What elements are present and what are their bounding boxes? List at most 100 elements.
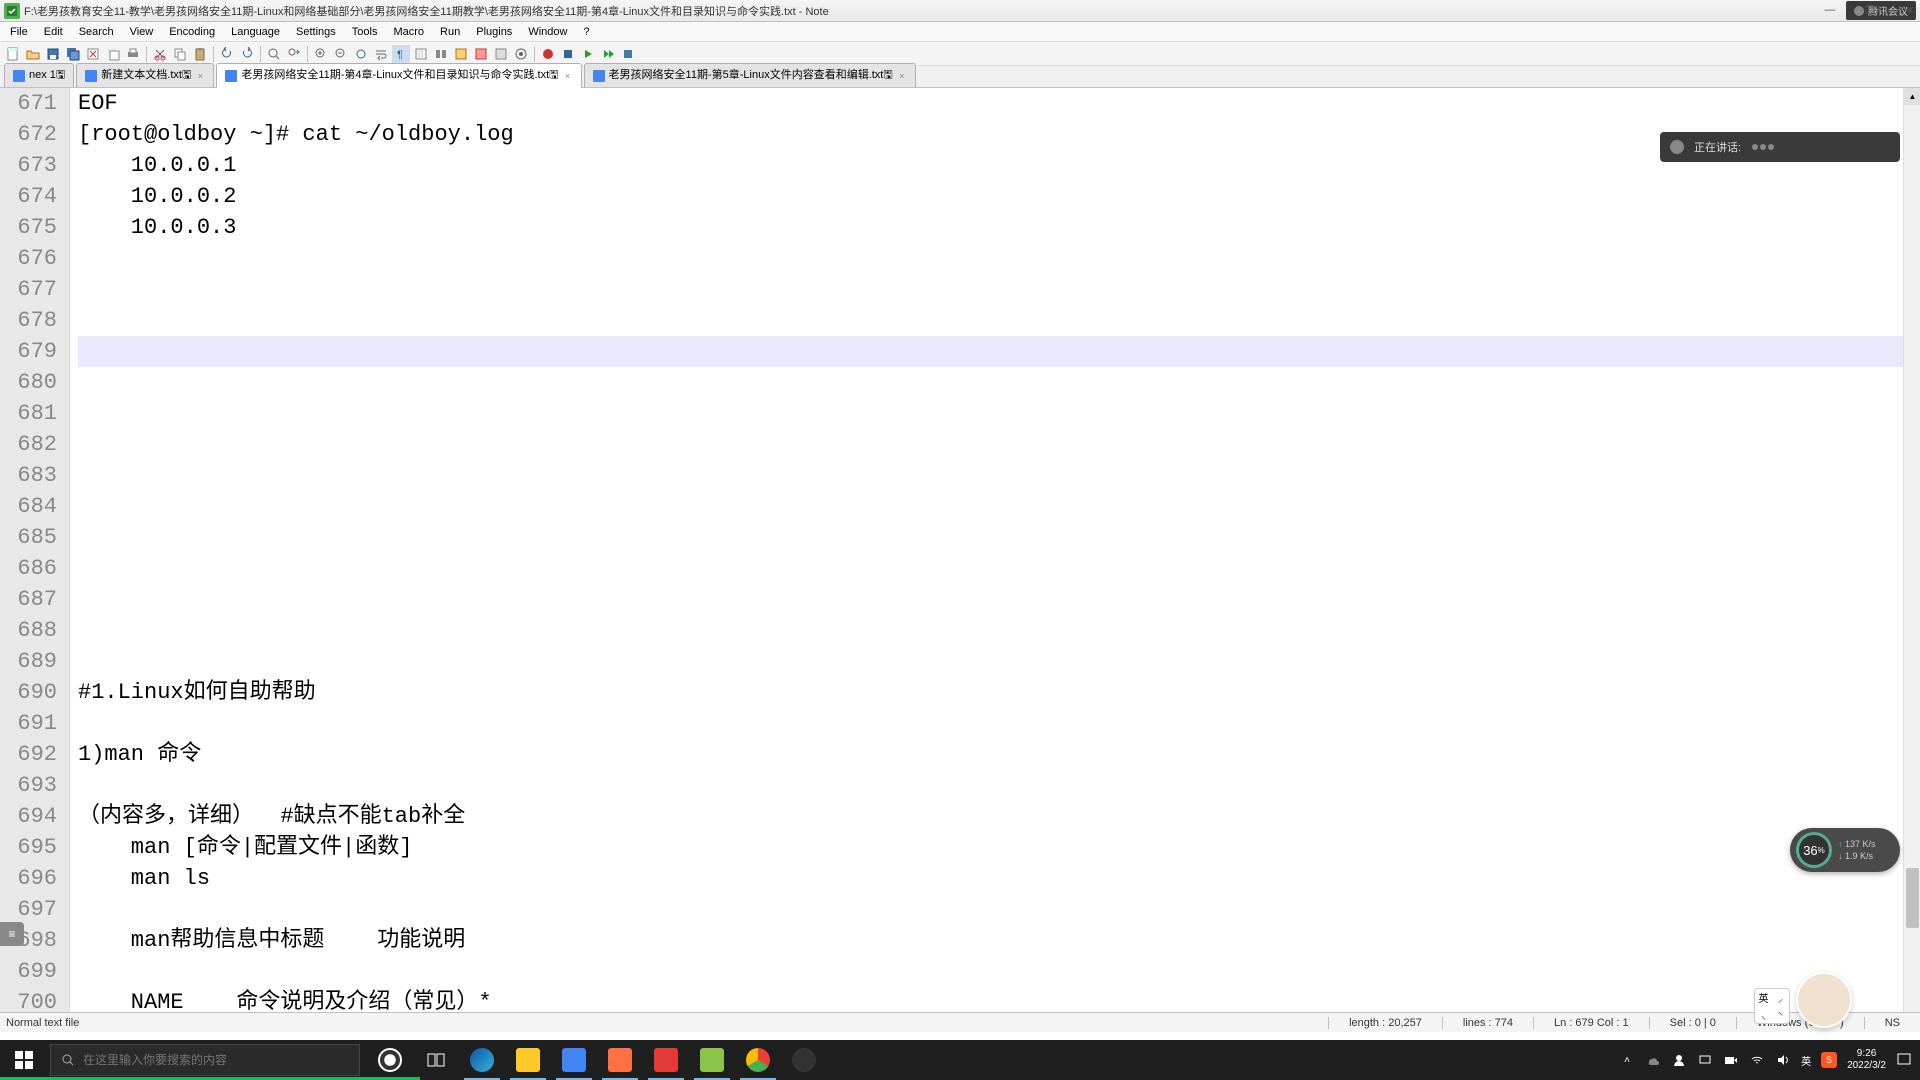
- tab-1[interactable]: 新建文本文档.txt🖫 ×: [76, 63, 214, 87]
- menu-edit[interactable]: Edit: [36, 24, 71, 40]
- menu-search[interactable]: Search: [71, 24, 122, 40]
- play-multi-icon[interactable]: [599, 45, 617, 63]
- menu-language[interactable]: Language: [223, 24, 288, 40]
- zoom-in-icon[interactable]: [312, 45, 330, 63]
- ime-indicator[interactable]: 英⸝⸜⸌: [1754, 988, 1790, 1024]
- editor-line[interactable]: [78, 553, 1920, 584]
- replace-icon[interactable]: [285, 45, 303, 63]
- editor[interactable]: 6716726736746756766776786796806816826836…: [0, 88, 1920, 1032]
- cut-icon[interactable]: [151, 45, 169, 63]
- editor-line[interactable]: [78, 770, 1920, 801]
- editor-line[interactable]: [78, 615, 1920, 646]
- editor-line[interactable]: [78, 522, 1920, 553]
- avatar[interactable]: [1796, 972, 1852, 1028]
- tray-sogou-icon[interactable]: S: [1821, 1052, 1837, 1068]
- notification-icon[interactable]: [1896, 1052, 1912, 1068]
- tab-close-icon[interactable]: ×: [195, 71, 205, 81]
- menu-encoding[interactable]: Encoding: [161, 24, 223, 40]
- editor-line[interactable]: [78, 429, 1920, 460]
- tab-close-icon[interactable]: ×: [563, 71, 573, 81]
- editor-line[interactable]: man ls: [78, 863, 1920, 894]
- editor-line[interactable]: 10.0.0.2: [78, 181, 1920, 212]
- editor-line[interactable]: #1.Linux如何自助帮助: [78, 677, 1920, 708]
- editor-line[interactable]: 10.0.0.1: [78, 150, 1920, 181]
- vertical-scrollbar[interactable]: ▲ ▼: [1903, 88, 1920, 1032]
- start-button[interactable]: [0, 1040, 48, 1080]
- editor-line[interactable]: [78, 708, 1920, 739]
- editor-line[interactable]: 10.0.0.3: [78, 212, 1920, 243]
- menu-run[interactable]: Run: [432, 24, 468, 40]
- editor-line[interactable]: man [命令|配置文件|函数]: [78, 832, 1920, 863]
- undo-icon[interactable]: [218, 45, 236, 63]
- tray-camera-icon[interactable]: [1723, 1052, 1739, 1068]
- task-notepadpp[interactable]: [690, 1040, 734, 1080]
- task-edge[interactable]: [460, 1040, 504, 1080]
- minimize-button[interactable]: —: [1822, 2, 1838, 18]
- menu-tools[interactable]: Tools: [344, 24, 386, 40]
- doc-list-icon[interactable]: [492, 45, 510, 63]
- redo-icon[interactable]: [238, 45, 256, 63]
- word-wrap-icon[interactable]: [372, 45, 390, 63]
- open-file-icon[interactable]: [24, 45, 42, 63]
- editor-line[interactable]: （内容多，详细） #缺点不能tab补全: [78, 801, 1920, 832]
- tray-chevron-up-icon[interactable]: ˄: [1619, 1052, 1635, 1068]
- network-speed-widget[interactable]: 36% 137 K/s 1.9 K/s: [1790, 828, 1900, 872]
- taskbar-search[interactable]: [50, 1044, 360, 1076]
- tab-0[interactable]: nex 1🖫: [4, 63, 74, 87]
- copy-icon[interactable]: [171, 45, 189, 63]
- scrollbar-thumb[interactable]: [1906, 868, 1919, 928]
- task-explorer[interactable]: [506, 1040, 550, 1080]
- editor-line[interactable]: [78, 646, 1920, 677]
- editor-line[interactable]: [78, 243, 1920, 274]
- taskbar-clock[interactable]: 9:26 2022/3/2: [1847, 1048, 1886, 1072]
- find-icon[interactable]: [265, 45, 283, 63]
- monitor-icon[interactable]: [512, 45, 530, 63]
- save-icon[interactable]: [44, 45, 62, 63]
- close-file-icon[interactable]: [84, 45, 102, 63]
- tray-wifi-icon[interactable]: [1749, 1052, 1765, 1068]
- editor-line[interactable]: 1)man 命令: [78, 739, 1920, 770]
- record-macro-icon[interactable]: [539, 45, 557, 63]
- editor-line[interactable]: [78, 274, 1920, 305]
- show-all-chars-icon[interactable]: ¶: [392, 45, 410, 63]
- editor-line[interactable]: [78, 956, 1920, 987]
- menu-settings[interactable]: Settings: [288, 24, 344, 40]
- sync-icon[interactable]: [352, 45, 370, 63]
- menu-help[interactable]: ?: [575, 24, 597, 40]
- doc-map-icon[interactable]: [472, 45, 490, 63]
- editor-line[interactable]: [78, 305, 1920, 336]
- paste-icon[interactable]: [191, 45, 209, 63]
- menu-file[interactable]: File: [2, 24, 36, 40]
- task-app2[interactable]: [598, 1040, 642, 1080]
- close-all-icon[interactable]: [104, 45, 122, 63]
- function-list-icon[interactable]: [452, 45, 470, 63]
- save-all-icon[interactable]: [64, 45, 82, 63]
- editor-line[interactable]: man帮助信息中标题 功能说明: [78, 925, 1920, 956]
- editor-line[interactable]: [root@oldboy ~]# cat ~/oldboy.log: [78, 119, 1920, 150]
- tray-people-icon[interactable]: [1671, 1052, 1687, 1068]
- editor-line[interactable]: [78, 584, 1920, 615]
- side-panel-toggle[interactable]: ≡: [0, 922, 24, 946]
- task-app1[interactable]: [552, 1040, 596, 1080]
- search-input[interactable]: [83, 1053, 349, 1067]
- editor-line[interactable]: [78, 336, 1920, 367]
- menu-plugins[interactable]: Plugins: [468, 24, 520, 40]
- editor-line[interactable]: [78, 491, 1920, 522]
- tray-volume-icon[interactable]: [1775, 1052, 1791, 1068]
- tray-ime-label[interactable]: 英: [1801, 1053, 1811, 1068]
- task-chrome[interactable]: [736, 1040, 780, 1080]
- scroll-up-icon[interactable]: ▲: [1904, 88, 1920, 105]
- tab-2[interactable]: 老男孩网络安全11期-第4章-Linux文件和目录知识与命令实践.txt🖫 ×: [216, 63, 581, 88]
- menu-macro[interactable]: Macro: [385, 24, 432, 40]
- tray-onedrive-icon[interactable]: [1645, 1052, 1661, 1068]
- close-button[interactable]: ✕: [1902, 2, 1918, 18]
- zoom-out-icon[interactable]: [332, 45, 350, 63]
- play-macro-icon[interactable]: [579, 45, 597, 63]
- task-app3[interactable]: [644, 1040, 688, 1080]
- stop-macro-icon[interactable]: [559, 45, 577, 63]
- editor-line[interactable]: EOF: [78, 88, 1920, 119]
- menu-window[interactable]: Window: [520, 24, 575, 40]
- tab-3[interactable]: 老男孩网络安全11期-第5章-Linux文件内容查看和编辑.txt🖫 ×: [584, 63, 916, 87]
- editor-line[interactable]: [78, 460, 1920, 491]
- task-qq[interactable]: [782, 1040, 826, 1080]
